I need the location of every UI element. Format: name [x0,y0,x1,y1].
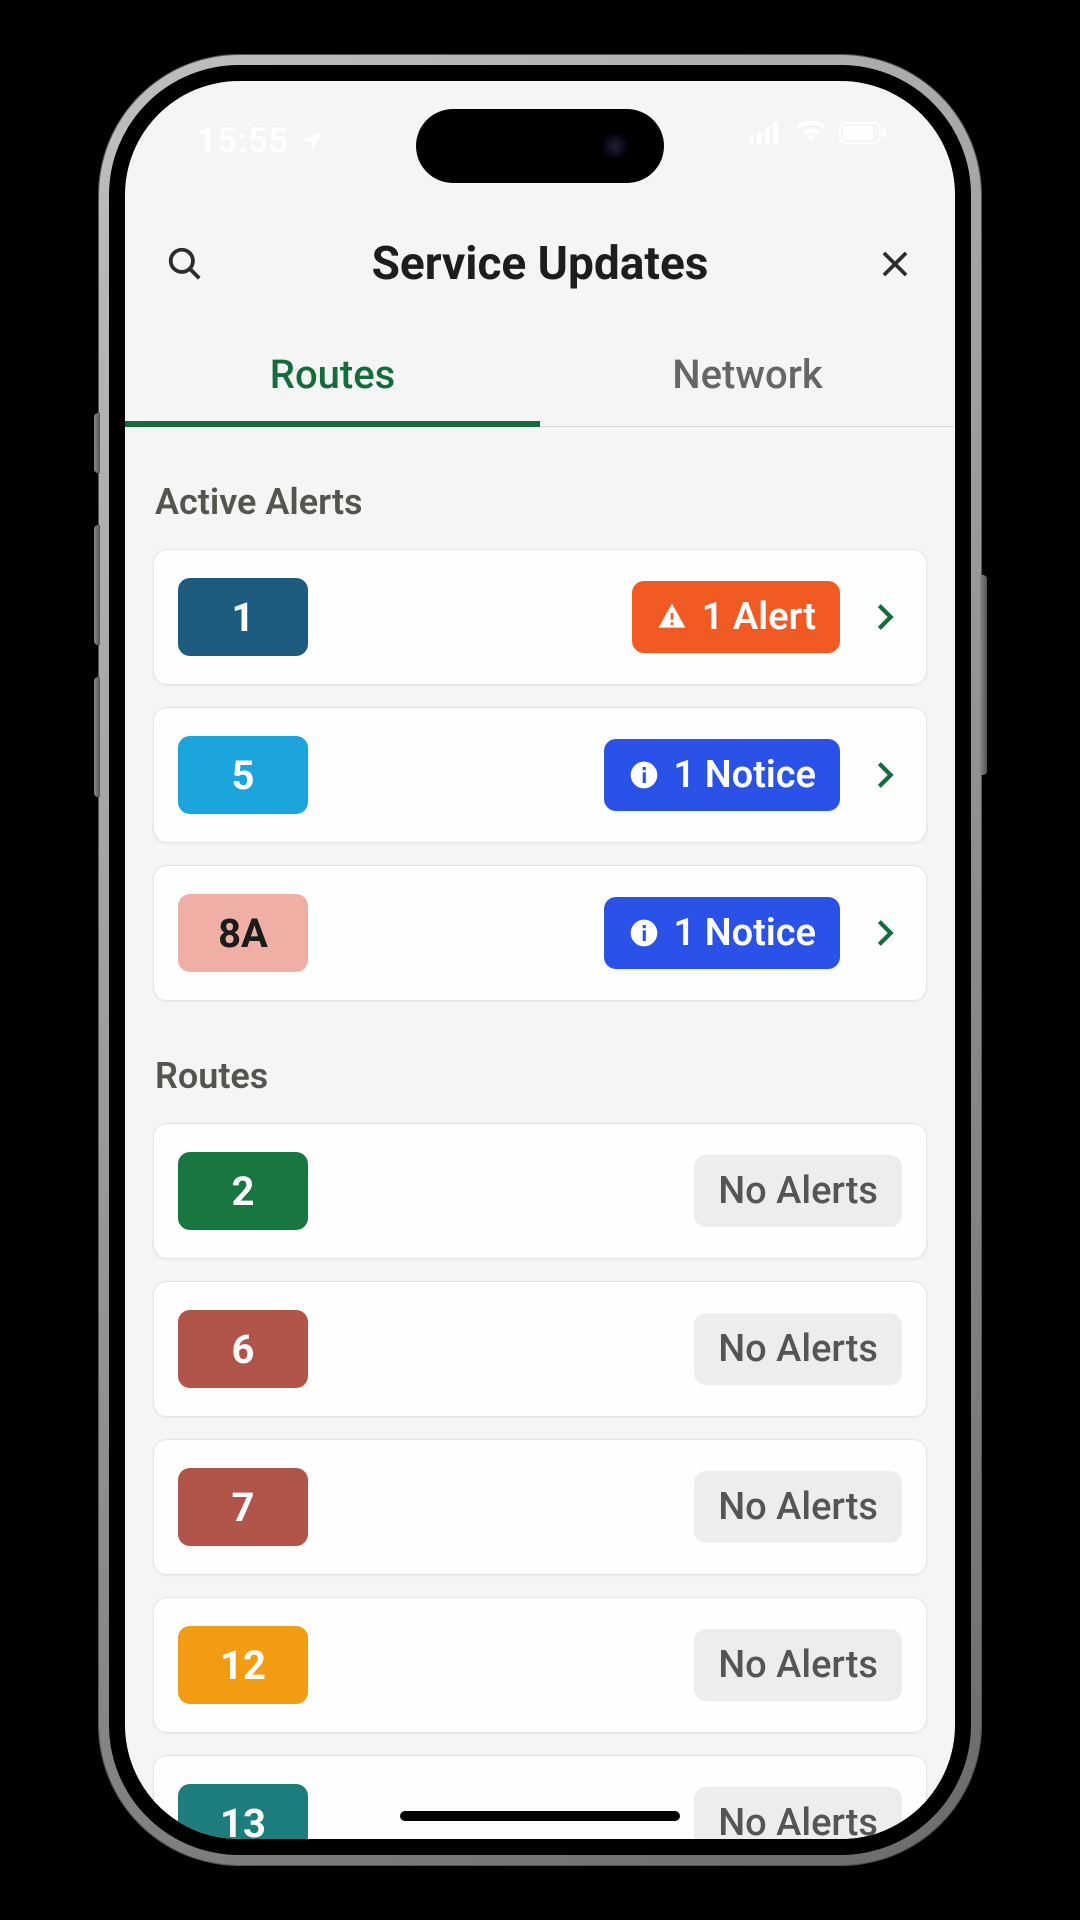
wifi-icon [795,121,827,145]
route-number: 8A [218,910,268,957]
tab-routes[interactable]: Routes [125,327,540,426]
status-pill: 1 Notice [604,897,840,969]
route-card[interactable]: 12 No Alerts [153,1597,927,1733]
alert-card[interactable]: 8A 1 Notice [153,865,927,1001]
phone-frame: 15:55 [99,55,981,1865]
route-badge: 5 [178,736,308,814]
route-number: 1 [232,594,255,641]
route-number: 13 [220,1800,266,1840]
home-indicator[interactable] [400,1811,680,1821]
tab-network[interactable]: Network [540,327,955,426]
section-title-routes: Routes [155,1055,925,1097]
dynamic-island [416,109,664,183]
status-text: 1 Alert [702,595,816,639]
status-pill-none: No Alerts [694,1787,902,1839]
status-text: No Alerts [718,1643,878,1687]
screen: 15:55 [125,81,955,1839]
route-badge: 7 [178,1468,308,1546]
tabs: Routes Network [125,327,955,427]
status-pill-none: No Alerts [694,1629,902,1701]
status-pill: 1 Notice [604,739,840,811]
phone-power-button [980,575,987,775]
status-text: 1 Notice [674,911,816,955]
status-time: 15:55 [197,121,325,161]
route-badge: 8A [178,894,308,972]
route-badge: 1 [178,578,308,656]
route-badge: 12 [178,1626,308,1704]
status-pill: 1 Alert [632,581,840,653]
status-text: No Alerts [718,1327,878,1371]
route-badge: 13 [178,1784,308,1839]
phone-volume-down [94,677,100,797]
page-title: Service Updates [372,237,709,291]
route-number: 7 [232,1484,255,1531]
status-pill-none: No Alerts [694,1155,902,1227]
route-number: 12 [220,1642,266,1689]
status-pill-none: No Alerts [694,1471,902,1543]
route-number: 6 [232,1326,255,1373]
status-text: No Alerts [718,1485,878,1529]
info-icon [628,759,660,791]
alert-card[interactable]: 1 1 Alert [153,549,927,685]
status-icons [749,121,887,145]
search-button[interactable] [161,240,209,288]
header: Service Updates [125,191,955,327]
route-badge: 2 [178,1152,308,1230]
chevron-right-icon [868,916,902,950]
section-title-active-alerts: Active Alerts [155,481,925,523]
route-card[interactable]: 2 No Alerts [153,1123,927,1259]
route-number: 5 [232,752,255,799]
close-button[interactable] [871,240,919,288]
routes-list: 2 No Alerts 6 No Alerts 7 No Alerts 12 No Alert… [153,1123,927,1839]
status-text: 1 Notice [674,753,816,797]
route-badge: 6 [178,1310,308,1388]
cellular-icon [749,121,783,145]
active-alerts-list: 1 1 Alert 5 1 Notice 8A 1 Notice [153,549,927,1001]
battery-icon [839,121,887,145]
status-time-text: 15:55 [197,121,289,161]
close-icon [876,245,914,283]
info-icon [628,917,660,949]
status-text: No Alerts [718,1169,878,1213]
location-icon [299,128,325,154]
warning-icon [656,601,688,633]
phone-silent-switch [94,413,100,473]
route-number: 2 [232,1168,255,1215]
search-icon [166,245,204,283]
status-pill-none: No Alerts [694,1313,902,1385]
alert-card[interactable]: 5 1 Notice [153,707,927,843]
route-card[interactable]: 13 No Alerts [153,1755,927,1839]
route-card[interactable]: 6 No Alerts [153,1281,927,1417]
chevron-right-icon [868,600,902,634]
phone-volume-up [94,525,100,645]
chevron-right-icon [868,758,902,792]
content-scroll[interactable]: Active Alerts 1 1 Alert 5 1 Notice 8A 1 Notic… [125,427,955,1839]
status-text: No Alerts [718,1801,878,1839]
route-card[interactable]: 7 No Alerts [153,1439,927,1575]
